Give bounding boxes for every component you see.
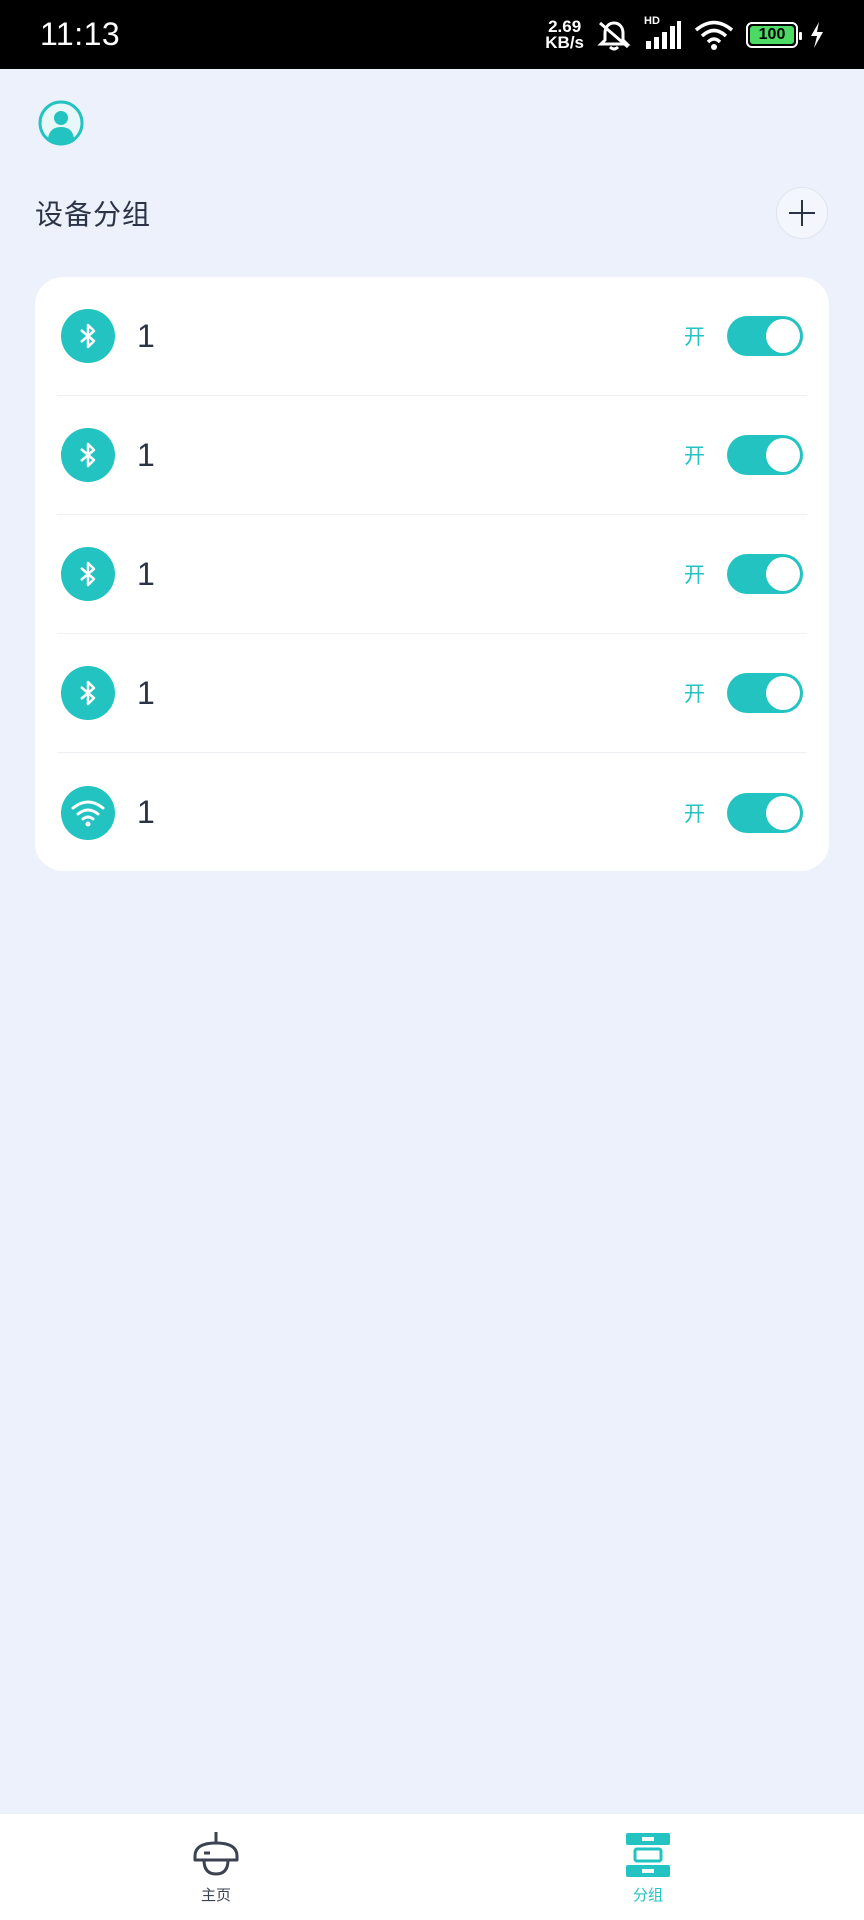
status-icons: 2.69 KB/s HD 100 (545, 15, 824, 52)
bottom-nav: 主页 分组 (0, 1814, 864, 1920)
charging-icon (810, 21, 824, 48)
device-power-toggle[interactable] (727, 792, 803, 833)
status-time: 11:13 (40, 16, 121, 52)
add-group-button[interactable] (776, 187, 828, 239)
plus-icon (789, 200, 815, 226)
toggle-knob (766, 795, 800, 830)
bluetooth-icon (61, 547, 115, 601)
status-bar: 11:13 2.69 KB/s HD 100 (0, 0, 864, 69)
device-group-card: 1 开 1 开 1 开 1 开 1 开 (35, 277, 829, 871)
battery-icon: 100 (746, 21, 802, 48)
nav-tab-group[interactable]: 分组 (432, 1814, 864, 1920)
nav-tab-home[interactable]: 主页 (0, 1814, 432, 1920)
device-name: 1 (137, 555, 155, 592)
device-power-toggle[interactable] (727, 673, 803, 713)
battery-level: 100 (750, 25, 794, 44)
device-name: 1 (137, 436, 155, 473)
toggle-knob (766, 557, 800, 591)
device-power-toggle[interactable] (727, 435, 803, 475)
page-title: 设备分组 (35, 198, 152, 231)
network-speed-unit: KB/s (545, 32, 584, 52)
wifi-icon (61, 785, 115, 840)
bluetooth-icon (61, 666, 115, 720)
device-state-label: 开 (684, 444, 705, 468)
cell-signal-icon: HD (644, 15, 682, 51)
network-speed: 2.69 KB/s (545, 18, 584, 52)
group-icon (626, 1833, 670, 1877)
bluetooth-icon (61, 428, 115, 482)
wifi-status-icon (694, 19, 734, 51)
toggle-knob (766, 319, 800, 353)
device-name: 1 (137, 674, 155, 711)
device-row[interactable]: 1 开 (57, 753, 807, 872)
device-name: 1 (137, 794, 155, 830)
mute-bell-icon (596, 19, 632, 51)
toggle-knob (766, 676, 800, 710)
device-row[interactable]: 1 开 (57, 634, 807, 753)
device-state-label: 开 (684, 682, 705, 706)
ceiling-lamp-icon (193, 1832, 239, 1876)
device-row[interactable]: 1 开 (57, 396, 807, 515)
device-state-label: 开 (684, 801, 705, 826)
signal-hd-label: HD (644, 14, 660, 27)
device-state-label: 开 (684, 325, 705, 349)
device-power-toggle[interactable] (727, 316, 803, 356)
device-row[interactable]: 1 开 (57, 515, 807, 634)
nav-label-home: 主页 (200, 1886, 231, 1904)
device-state-label: 开 (684, 563, 705, 587)
nav-label-group: 分组 (632, 1886, 663, 1904)
bluetooth-icon (61, 309, 115, 363)
device-power-toggle[interactable] (727, 554, 803, 594)
toggle-knob (766, 438, 800, 472)
device-row[interactable]: 1 开 (57, 277, 807, 396)
user-avatar-icon[interactable] (38, 100, 84, 146)
device-name: 1 (137, 317, 155, 354)
